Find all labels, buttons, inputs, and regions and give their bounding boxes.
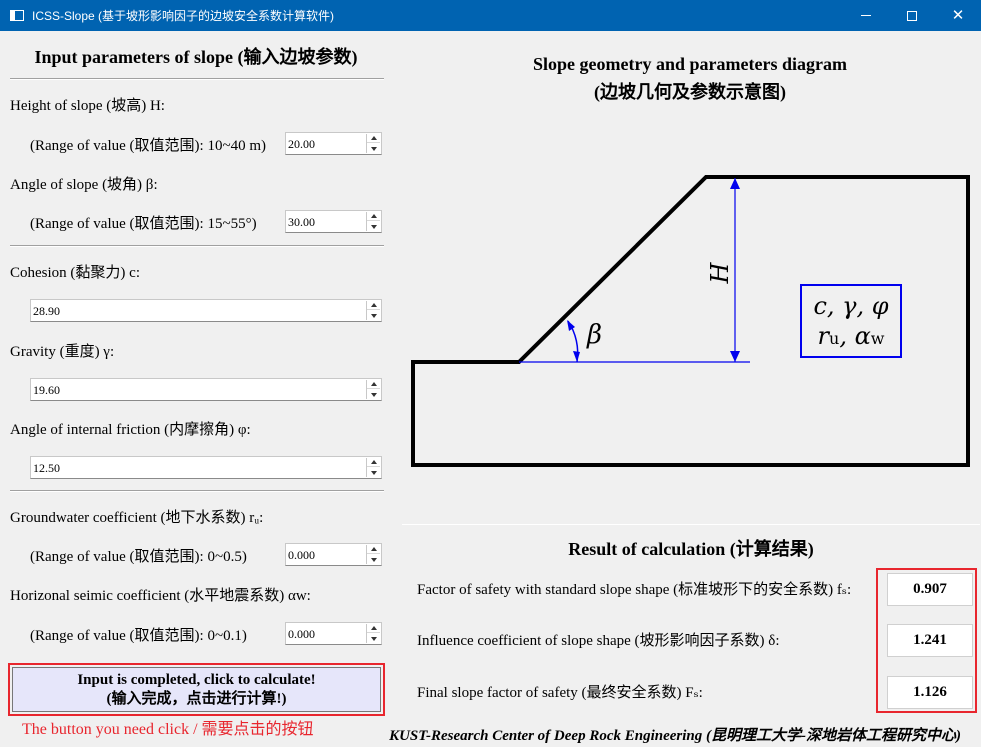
spin-down-button[interactable]	[367, 555, 380, 564]
close-button[interactable]: ✕	[935, 0, 981, 31]
height-spinbox[interactable]: 20.00	[285, 132, 382, 155]
arrow-up-icon	[370, 382, 377, 386]
angle-spinbox[interactable]: 30.00	[285, 210, 382, 233]
seismic-range: (Range of value (取值范围): 0~0.1)	[30, 628, 247, 644]
spin-down-button[interactable]	[367, 311, 380, 320]
title-bar: ICSS-Slope (基于坡形影响因子的边坡安全系数计算软件) ✕	[0, 0, 981, 31]
diagram-title: Slope geometry and parameters diagram (边…	[400, 50, 980, 106]
cohesion-label: Cohesion (黏聚力) c:	[10, 265, 140, 281]
arrow-up-icon	[370, 136, 377, 140]
angle-value: 30.00	[288, 215, 315, 229]
standard-fs-label: Factor of safety with standard slope sha…	[417, 582, 852, 598]
arrow-down-icon	[370, 146, 377, 151]
footer-credit: KUST-Research Center of Deep Rock Engine…	[389, 728, 961, 744]
spin-up-button[interactable]	[367, 624, 380, 633]
input-panel: Input parameters of slope (输入边坡参数) Heigh…	[0, 31, 393, 747]
seismic-label: Horizonal seimic coefficient (水平地震系数) αw…	[10, 588, 311, 604]
height-label: Height of slope (坡高) H:	[10, 98, 165, 114]
seismic-value: 0.000	[288, 627, 315, 641]
groundwater-label: Groundwater coefficient (地下水系数) rᵤ:	[10, 510, 264, 526]
close-icon: ✕	[951, 6, 965, 24]
slope-outline	[411, 175, 970, 467]
input-panel-heading: Input parameters of slope (输入边坡参数)	[34, 47, 358, 67]
window-title: ICSS-Slope (基于坡形影响因子的边坡安全系数计算软件)	[32, 9, 335, 23]
beta-symbol: β	[586, 320, 602, 350]
spin-down-button[interactable]	[367, 468, 380, 477]
shape-influence-label: Influence coefficient of slope shape (坡形…	[417, 633, 780, 649]
final-fs-value: 1.126	[887, 676, 973, 709]
calculate-button-line1: Input is completed, click to calculate!	[77, 672, 316, 688]
spin-up-button[interactable]	[367, 212, 380, 221]
spin-down-button[interactable]	[367, 144, 380, 153]
app-window-icon	[10, 10, 24, 21]
divider	[10, 78, 384, 80]
height-arrow-up-icon	[730, 178, 740, 189]
spin-up-button[interactable]	[367, 134, 380, 143]
spin-down-button[interactable]	[367, 634, 380, 643]
gravity-spinbox[interactable]: 19.60	[30, 378, 382, 401]
friction-spinbox[interactable]: 12.50	[30, 456, 382, 479]
height-symbol: H	[706, 261, 734, 284]
gravity-label: Gravity (重度) γ:	[10, 344, 115, 360]
angle-label: Angle of slope (坡角) β:	[10, 177, 158, 193]
spin-up-button[interactable]	[367, 380, 380, 389]
parameters-line1: c, γ, φ	[813, 292, 888, 320]
arrow-up-icon	[370, 214, 377, 218]
arrow-up-icon	[370, 303, 377, 307]
height-arrow-down-icon	[730, 351, 740, 362]
arrow-down-icon	[370, 470, 377, 475]
maximize-button[interactable]	[889, 0, 935, 31]
hint-text: The button you need click / 需要点击的按钮	[22, 721, 314, 738]
spin-down-button[interactable]	[367, 222, 380, 231]
friction-label: Angle of internal friction (内摩擦角) φ:	[10, 422, 251, 438]
arrow-down-icon	[370, 313, 377, 318]
groundwater-range: (Range of value (取值范围): 0~0.5)	[30, 549, 247, 565]
arrow-down-icon	[370, 557, 377, 562]
gravity-value: 19.60	[33, 383, 60, 397]
standard-fs-value: 0.907	[887, 573, 973, 606]
spin-down-button[interactable]	[367, 390, 380, 399]
groundwater-spinbox[interactable]: 0.000	[285, 543, 382, 566]
maximize-icon	[907, 10, 917, 21]
arrow-down-icon	[370, 224, 377, 229]
seismic-spinbox[interactable]: 0.000	[285, 622, 382, 645]
height-range: (Range of value (取值范围): 10~40 m)	[30, 138, 266, 154]
divider	[10, 490, 384, 492]
cohesion-value: 28.90	[33, 304, 60, 318]
diagram-title-line1: Slope geometry and parameters diagram	[533, 54, 847, 74]
diagram-title-line2: (边坡几何及参数示意图)	[594, 82, 786, 102]
arrow-up-icon	[370, 626, 377, 630]
calculate-button[interactable]: Input is completed, click to calculate! …	[12, 667, 381, 712]
calculate-button-highlight: Input is completed, click to calculate! …	[8, 663, 385, 716]
spin-up-button[interactable]	[367, 545, 380, 554]
angle-range: (Range of value (取值范围): 15~55°)	[30, 216, 257, 232]
final-fs-label: Final slope factor of safety (最终安全系数) Fₛ…	[417, 685, 703, 701]
results-panel: Result of calculation (计算结果) Factor of s…	[402, 524, 980, 724]
cohesion-spinbox[interactable]: 28.90	[30, 299, 382, 322]
arrow-up-icon	[370, 547, 377, 551]
shape-influence-value: 1.241	[887, 624, 973, 657]
beta-arrow-down-icon	[573, 351, 580, 362]
groundwater-value: 0.000	[288, 548, 315, 562]
arrow-down-icon	[370, 392, 377, 397]
minimize-button[interactable]	[843, 0, 889, 31]
slope-diagram: β H c, γ, φ ru, αw	[411, 175, 970, 467]
arrow-down-icon	[370, 636, 377, 641]
spin-up-button[interactable]	[367, 458, 380, 467]
results-highlight: 0.907 1.241 1.126	[876, 568, 977, 713]
parameters-line2: ru, αw	[818, 322, 885, 350]
arrow-up-icon	[370, 460, 377, 464]
height-value: 20.00	[288, 137, 315, 151]
minimize-icon	[861, 15, 871, 16]
results-heading: Result of calculation (计算结果)	[568, 539, 814, 559]
calculate-button-line2: (输入完成，点击进行计算!)	[106, 691, 287, 707]
friction-value: 12.50	[33, 461, 60, 475]
divider	[10, 245, 384, 247]
beta-arrow-up-icon	[567, 320, 575, 331]
spin-up-button[interactable]	[367, 301, 380, 310]
